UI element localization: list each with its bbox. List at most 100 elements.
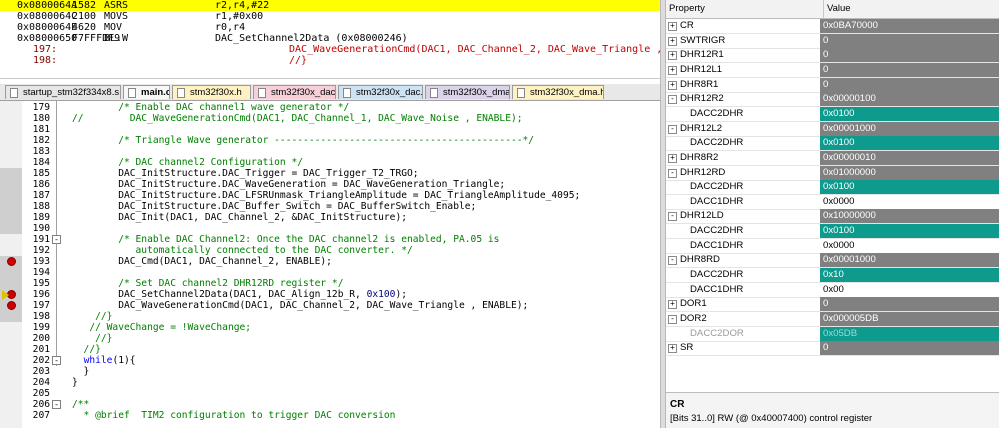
code-line[interactable]: 197 DAC_WaveGenerationCmd(DAC1, DAC_Chan… (0, 300, 660, 311)
code-line[interactable]: 185 DAC_InitStructure.DAC_Trigger = DAC_… (0, 168, 660, 179)
register-field-row[interactable]: DACC2DHR 0x10 (666, 268, 999, 284)
disasm-instruction-line[interactable]: 0x0800064A 1582 ASRS r2,r4,#22 (0, 0, 660, 11)
code-line[interactable]: 196 DAC_SetChannel2Data(DAC1, DAC_Align_… (0, 289, 660, 300)
file-tab[interactable]: main.c (123, 85, 170, 99)
file-tab[interactable]: stm32f30x_dac.h (253, 85, 336, 99)
register-row[interactable]: - DHR12R2 0x00000100 (666, 92, 999, 108)
register-field-row[interactable]: DACC2DHR 0x0100 (666, 180, 999, 196)
source-editor[interactable]: 179 /* Enable DAC channel1 wave generato… (0, 101, 660, 428)
collapse-fold-icon[interactable]: - (52, 356, 61, 365)
code-line[interactable]: 183 (0, 146, 660, 157)
code-line[interactable]: 191- /* Enable DAC Channel2: Once the DA… (0, 234, 660, 245)
register-row[interactable]: + DHR8R1 0 (666, 77, 999, 93)
code-line[interactable]: 184 /* DAC channel2 Configuration */ (0, 157, 660, 168)
code-line[interactable]: 180 // DAC_WaveGenerationCmd(DAC1, DAC_Ch… (0, 113, 660, 124)
code-line[interactable]: 181 (0, 124, 660, 135)
register-value[interactable]: 0x0100 (820, 180, 999, 195)
register-row[interactable]: + SWTRIGR 0 (666, 33, 999, 49)
register-field-row[interactable]: DACC1DHR 0x00 (666, 282, 999, 298)
register-value[interactable]: 0x0BA70000 (820, 19, 999, 33)
code-line[interactable]: 187 DAC_InitStructure.DAC_LFSRUnmask_Tri… (0, 190, 660, 201)
breakpoint-icon[interactable] (7, 257, 16, 266)
register-value[interactable]: 0 (820, 33, 999, 48)
register-value[interactable]: 0 (820, 48, 999, 63)
code-line[interactable]: 179 /* Enable DAC channel1 wave generato… (0, 102, 660, 113)
code-line[interactable]: 199 // WaveChange = !WaveChange; (0, 322, 660, 333)
register-field-row[interactable]: DACC2DOR 0x05DB (666, 326, 999, 342)
file-tab[interactable]: stm32f30x_dma.c (425, 85, 510, 99)
code-line[interactable]: 204} (0, 377, 660, 388)
register-value[interactable]: 0x00 (820, 282, 999, 297)
file-tab[interactable]: stm32f30x.h (172, 85, 251, 99)
register-row[interactable]: + DHR12L1 0 (666, 62, 999, 78)
disasm-source-line[interactable]: 197: DAC_WaveGenerationCmd(DAC1, DAC_Chan… (0, 44, 660, 55)
disasm-instruction-line[interactable]: 0x0800064E 4620 MOV r0,r4 (0, 22, 660, 33)
register-value[interactable]: 0 (820, 341, 999, 356)
code-line[interactable]: 201 //} (0, 344, 660, 355)
expand-icon[interactable]: + (668, 22, 677, 31)
disassembly-window[interactable]: 0x0800064A 1582 ASRS r2,r4,#22 0x0800064C 210… (0, 0, 660, 79)
register-value[interactable]: 0x0100 (820, 136, 999, 151)
code-line[interactable]: 203 } (0, 366, 660, 377)
code-line[interactable]: 189 DAC_Init(DAC1, DAC_Channel_2, &DAC_I… (0, 212, 660, 223)
collapse-icon[interactable]: - (668, 212, 677, 222)
code-line[interactable]: 207 * @brief TIM2 configuration to trigg… (0, 410, 660, 421)
register-value[interactable]: 0x00000100 (820, 92, 999, 107)
register-value[interactable]: 0 (820, 297, 999, 312)
register-field-row[interactable]: DACC1DHR 0x0000 (666, 238, 999, 254)
register-value[interactable]: 0x00000010 (820, 150, 999, 165)
collapse-icon[interactable]: - (668, 124, 677, 134)
expand-icon[interactable]: + (668, 80, 677, 90)
register-value[interactable]: 0x01000000 (820, 165, 999, 180)
collapse-fold-icon[interactable]: - (52, 400, 61, 409)
register-value[interactable]: 0x10000000 (820, 209, 999, 224)
register-row[interactable]: + DHR12R1 0 (666, 48, 999, 64)
expand-icon[interactable]: + (668, 344, 677, 354)
register-value[interactable]: 0x00001000 (820, 253, 999, 268)
register-value[interactable]: 0x0000 (820, 238, 999, 253)
register-field-row[interactable]: DACC2DHR 0x0100 (666, 224, 999, 240)
disasm-instruction-line[interactable]: 0x08000650 F7FFFDF9 BL.W DAC_SetChannel2Dat… (0, 33, 660, 44)
register-row[interactable]: - DHR8RD 0x00001000 (666, 253, 999, 269)
register-row[interactable]: + DOR1 0 (666, 297, 999, 313)
file-tab[interactable]: stm32f30x_dma.h (512, 85, 604, 99)
collapse-icon[interactable]: - (668, 168, 677, 178)
code-line[interactable]: 186 DAC_InitStructure.DAC_WaveGeneration… (0, 179, 660, 190)
register-row[interactable]: + CR 0x0BA70000 (666, 19, 999, 34)
register-value[interactable]: 0x0100 (820, 224, 999, 239)
collapse-icon[interactable]: - (668, 256, 677, 266)
collapse-icon[interactable]: - (668, 95, 677, 105)
register-field-row[interactable]: DACC2DHR 0x0100 (666, 106, 999, 122)
register-row[interactable]: + DHR8R2 0x00000010 (666, 150, 999, 166)
code-line[interactable]: 190 (0, 223, 660, 234)
register-row[interactable]: - DOR2 0x000005DB (666, 312, 999, 327)
breakpoint-icon[interactable] (7, 301, 16, 310)
expand-icon[interactable]: + (668, 51, 677, 61)
code-line[interactable]: 192 automatically connected to the DAC c… (0, 245, 660, 256)
register-field-row[interactable]: DACC1DHR 0x0000 (666, 194, 999, 210)
register-row[interactable]: + SR 0 (666, 341, 999, 357)
register-field-row[interactable]: DACC2DHR 0x0100 (666, 136, 999, 152)
code-line[interactable]: 200 //} (0, 333, 660, 344)
register-value[interactable]: 0x10 (820, 268, 999, 283)
register-row[interactable]: - DHR12L2 0x00001000 (666, 121, 999, 137)
disasm-instruction-line[interactable]: 0x0800064C 2100 MOVS r1,#0x00 (0, 11, 660, 22)
property-column-header[interactable]: Property (669, 0, 705, 18)
expand-icon[interactable]: + (668, 153, 677, 163)
register-value[interactable]: 0x0000 (820, 194, 999, 209)
file-tab[interactable]: startup_stm32f334x8.s (5, 85, 121, 99)
code-line[interactable]: 206- /** (0, 399, 660, 410)
code-line[interactable]: 194 (0, 267, 660, 278)
value-column-header[interactable]: Value (823, 0, 851, 18)
code-line[interactable]: 195 /* Set DAC channel2 DHR12RD register… (0, 278, 660, 289)
register-value[interactable]: 0x0100 (820, 106, 999, 121)
register-row[interactable]: - DHR12RD 0x01000000 (666, 165, 999, 181)
expand-icon[interactable]: + (668, 36, 677, 46)
code-line[interactable]: 205 (0, 388, 660, 399)
code-line[interactable]: 193 DAC_Cmd(DAC1, DAC_Channel_2, ENABLE)… (0, 256, 660, 267)
register-value[interactable]: 0 (820, 62, 999, 77)
register-value[interactable]: 0x00001000 (820, 121, 999, 136)
register-value[interactable]: 0x05DB (820, 326, 999, 341)
expand-icon[interactable]: + (668, 300, 677, 310)
collapse-fold-icon[interactable]: - (52, 235, 61, 244)
